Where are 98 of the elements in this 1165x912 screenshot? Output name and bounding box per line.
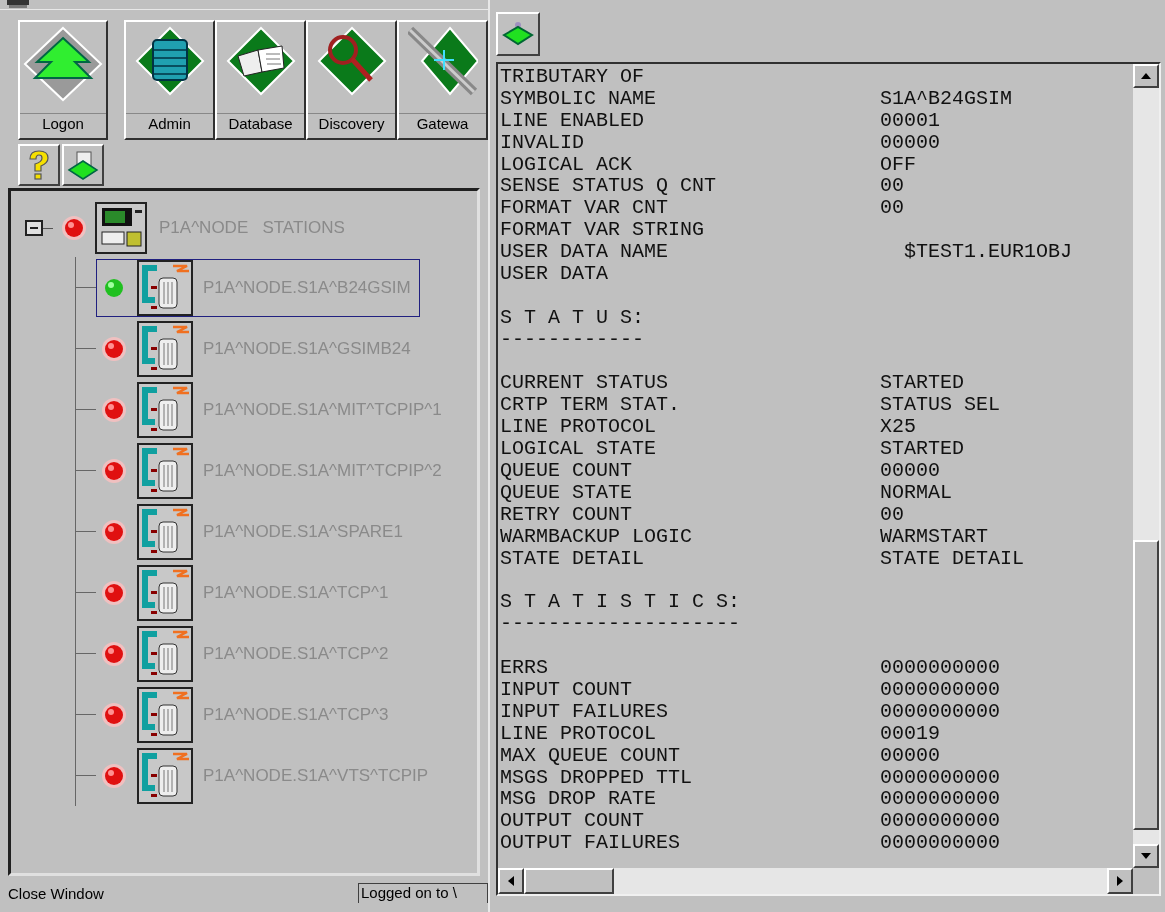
status-message: Close Window (8, 885, 105, 903)
field-label: STATE DETAIL (500, 547, 646, 570)
field-value: 0000000000 (880, 810, 1001, 833)
field-value: X25 (880, 416, 916, 439)
connector-icon (137, 625, 193, 682)
field-value: 00000 (880, 460, 940, 482)
scroll-left-button[interactable] (498, 868, 524, 894)
field-value: WARMSTART (880, 525, 989, 548)
field-value: 00019 (880, 722, 940, 745)
field-value: 0000000000 (880, 700, 1001, 723)
field-label: MSG DROP RATE (500, 788, 658, 811)
field-label: RETRY COUNT (500, 503, 634, 526)
field-value: 0000000000 (880, 788, 1001, 811)
help-button[interactable] (18, 144, 60, 186)
connector-icon (137, 442, 193, 499)
field-value: 00000 (880, 744, 940, 767)
scroll-up-button[interactable] (1133, 64, 1159, 88)
field-label: FORMAT VAR STRING (500, 219, 706, 242)
section-heading: S T A T U S: (500, 306, 645, 329)
field-value: 00 (880, 197, 904, 220)
refresh-button[interactable] (62, 144, 104, 186)
connector-icon (137, 686, 193, 743)
field-label: SENSE STATUS Q CNT (500, 175, 718, 198)
connector-icon (137, 259, 193, 316)
diamond-icon (502, 20, 534, 48)
field-label: MAX QUEUE COUNT (500, 744, 682, 767)
refresh-button[interactable] (496, 12, 540, 56)
field-label: CURRENT STATUS (500, 372, 670, 395)
field-value: 00 (880, 503, 904, 526)
toolbar-button[interactable]: Database (215, 20, 306, 140)
app-icon (6, 0, 30, 8)
field-label: ERRS (500, 657, 549, 679)
connector-icon (137, 564, 193, 621)
field-label: INPUT COUNT (500, 678, 634, 701)
connector-icon (137, 747, 193, 804)
dashed-rule: ------------ (500, 328, 645, 351)
field-value: $TEST1.EUR1OBJ (903, 241, 1073, 263)
field-label: INPUT FAILURES (500, 700, 670, 723)
up-arrow-icon (23, 26, 103, 102)
right-arrow-icon (1117, 876, 1123, 886)
server-icon (95, 202, 147, 254)
field-label: CRTP TERM STAT. (500, 394, 682, 417)
field-value: 0000000000 (880, 678, 1001, 701)
section-heading: S T A T I S T I C S: (500, 591, 741, 614)
scroll-thumb[interactable] (524, 868, 614, 894)
connector-icon (137, 503, 193, 560)
field-label: LINE PROTOCOL (500, 416, 658, 439)
field-label: LOGICAL ACK (500, 153, 634, 176)
field-label: USER DATA (500, 263, 610, 285)
diamond-icon (67, 149, 99, 181)
toolbar-button[interactable]: Gatewa (397, 20, 488, 140)
scroll-thumb[interactable] (1133, 540, 1159, 830)
field-value: OFF (880, 153, 916, 176)
field-label: QUEUE STATE (500, 481, 634, 504)
up-arrow-icon (1141, 73, 1151, 79)
connector-icon (137, 381, 193, 438)
status-field: Logged on to \ (358, 883, 488, 903)
field-label: LOGICAL STATE (500, 438, 658, 461)
database-icon (134, 26, 205, 96)
collapse-toggle[interactable] (25, 220, 43, 236)
magnifier-icon (316, 26, 387, 96)
field-label: WARMBACKUP LOGIC (500, 525, 694, 548)
field-value: 0000000000 (880, 657, 1001, 679)
toolbar-button[interactable]: Admin (124, 20, 215, 140)
field-value: S1A^B24GSIM (880, 87, 1013, 110)
field-value: 0000000000 (880, 832, 1001, 855)
field-value: 0000000000 (880, 766, 1001, 789)
toolbar-button[interactable]: Logon (18, 20, 108, 140)
connector-icon (137, 320, 193, 377)
field-label: LINE ENABLED (500, 109, 646, 132)
field-value: 00001 (880, 109, 940, 132)
down-arrow-icon (1141, 853, 1151, 859)
field-value: NORMAL (880, 481, 952, 504)
field-label: SYMBOLIC NAME (500, 87, 658, 110)
field-label: LINE PROTOCOL (500, 722, 658, 745)
cable-icon (407, 26, 478, 96)
scroll-right-button[interactable] (1107, 868, 1133, 894)
field-label: TRIBUTARY OF (500, 66, 646, 88)
field-label: USER DATA NAME (500, 241, 670, 263)
field-label: QUEUE COUNT (500, 460, 634, 482)
field-label: OUTPUT FAILURES (500, 832, 682, 855)
horizontal-scrollbar[interactable] (498, 868, 1133, 894)
field-label: FORMAT VAR CNT (500, 197, 670, 220)
open-book-icon (225, 26, 296, 96)
field-value: STATUS SEL (880, 394, 1001, 417)
field-label: MSGS DROPPED TTL (500, 766, 694, 789)
field-value: STATE DETAIL (880, 547, 1025, 570)
left-arrow-icon (508, 876, 514, 886)
field-value: STARTED (880, 372, 964, 395)
field-value: 00000 (880, 131, 940, 154)
dashed-rule: -------------------- (500, 613, 741, 636)
field-value: STARTED (880, 438, 964, 461)
scroll-down-button[interactable] (1133, 844, 1159, 868)
field-label: OUTPUT COUNT (500, 810, 646, 833)
toolbar-button[interactable]: Discovery (306, 20, 397, 140)
vertical-scrollbar[interactable] (1133, 64, 1159, 868)
field-label: INVALID (500, 131, 585, 154)
field-value: 00 (880, 175, 904, 198)
